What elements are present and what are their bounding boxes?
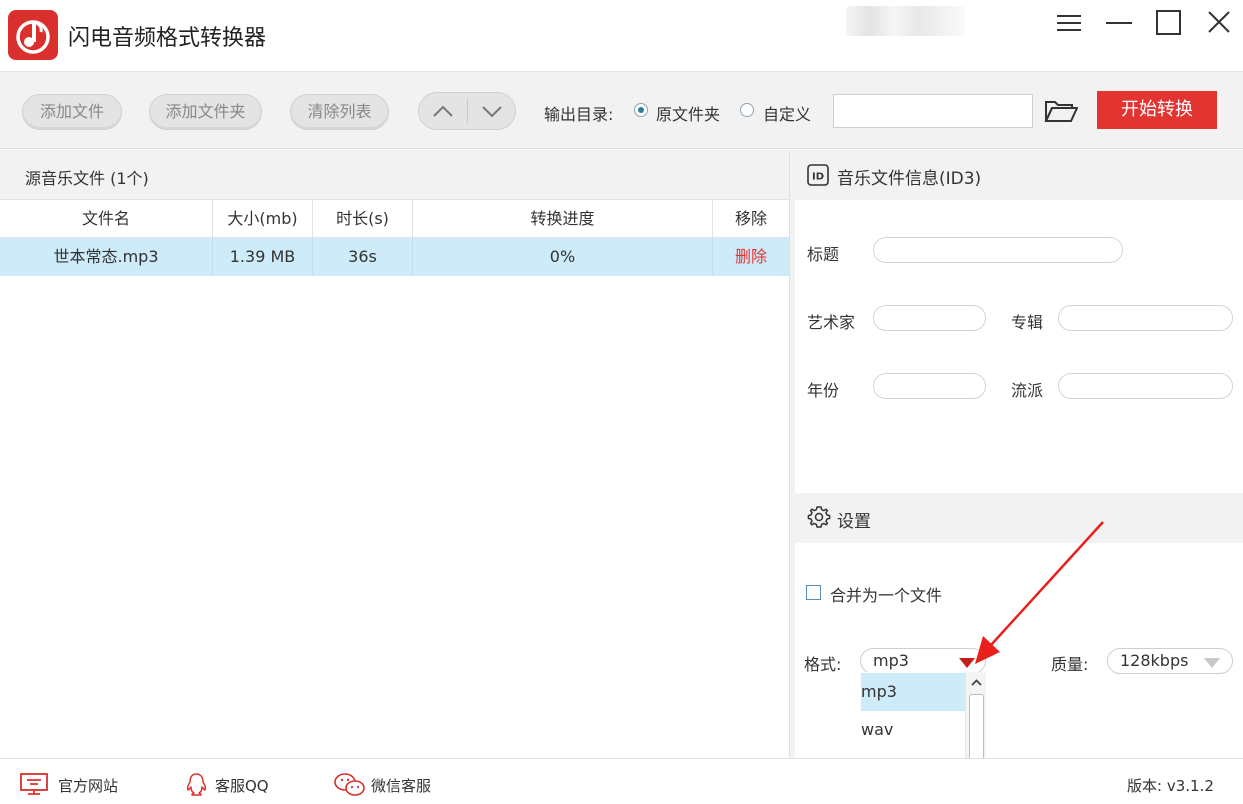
panel-divider bbox=[789, 150, 795, 758]
qq-icon bbox=[186, 773, 207, 796]
footer: 官方网站 客服QQ 微信客服 版本: v3.1.2 bbox=[0, 758, 1243, 804]
column-filename[interactable]: 文件名 bbox=[0, 200, 213, 238]
website-label: 官方网站 bbox=[58, 777, 119, 795]
toolbar: 添加文件 添加文件夹 清除列表 输出目录: 原文件夹 自定义 开始转换 bbox=[0, 72, 1243, 149]
merge-checkbox[interactable] bbox=[806, 585, 821, 600]
quality-value: 128kbps bbox=[1120, 651, 1189, 670]
file-list-title: 源音乐文件 (1个) bbox=[25, 169, 149, 188]
menu-icon[interactable] bbox=[1053, 8, 1087, 38]
scroll-up-icon[interactable] bbox=[966, 674, 987, 692]
format-option-wav[interactable]: wav bbox=[861, 711, 965, 749]
gear-icon bbox=[807, 506, 831, 528]
clear-list-button[interactable]: 清除列表 bbox=[290, 94, 389, 130]
chevron-up-icon bbox=[433, 105, 453, 117]
file-list-header: 源音乐文件 (1个) bbox=[0, 150, 789, 200]
start-convert-button[interactable]: 开始转换 bbox=[1097, 91, 1217, 129]
wechat-label: 微信客服 bbox=[371, 777, 432, 795]
column-progress[interactable]: 转换进度 bbox=[413, 200, 713, 238]
album-label: 专辑 bbox=[1011, 313, 1044, 332]
blurred-banner bbox=[846, 6, 966, 36]
qq-link[interactable]: 客服QQ bbox=[185, 773, 285, 796]
version-text: 版本: v3.1.2 bbox=[1127, 777, 1214, 795]
genre-input[interactable] bbox=[1058, 373, 1233, 399]
year-input[interactable] bbox=[873, 373, 986, 399]
row-filename: 世本常态.mp3 bbox=[0, 238, 213, 276]
chevron-down-icon bbox=[482, 106, 502, 118]
radio-custom-folder[interactable] bbox=[740, 103, 754, 117]
minimize-icon[interactable] bbox=[1103, 8, 1137, 38]
monitor-icon bbox=[20, 773, 48, 795]
genre-label: 流派 bbox=[1011, 381, 1044, 400]
title-label: 标题 bbox=[807, 245, 840, 264]
column-remove[interactable]: 移除 bbox=[713, 200, 789, 238]
delete-link[interactable]: 删除 bbox=[713, 238, 789, 276]
maximize-icon[interactable] bbox=[1152, 8, 1186, 38]
row-duration: 36s bbox=[313, 238, 413, 276]
format-value: mp3 bbox=[873, 651, 909, 670]
app-logo-icon bbox=[8, 10, 58, 60]
artist-label: 艺术家 bbox=[807, 313, 856, 332]
app-title: 闪电音频格式转换器 bbox=[68, 26, 267, 51]
album-input[interactable] bbox=[1058, 305, 1233, 331]
radio-custom-label: 自定义 bbox=[763, 105, 812, 124]
dropdown-arrow-icon bbox=[1204, 658, 1220, 668]
quality-select[interactable]: 128kbps bbox=[1107, 648, 1233, 674]
row-size: 1.39 MB bbox=[213, 238, 313, 276]
settings-title: 设置 bbox=[837, 512, 871, 532]
output-path-input[interactable] bbox=[833, 94, 1033, 128]
title-bar: 闪电音频格式转换器 bbox=[0, 0, 1243, 72]
artist-input[interactable] bbox=[873, 305, 986, 331]
column-size[interactable]: 大小(mb) bbox=[213, 200, 313, 238]
id3-header: ID 音乐文件信息(ID3) bbox=[795, 150, 1243, 200]
move-down-button[interactable] bbox=[468, 93, 516, 129]
format-label: 格式: bbox=[804, 655, 842, 674]
column-duration[interactable]: 时长(s) bbox=[313, 200, 413, 238]
output-dir-label: 输出目录: bbox=[544, 105, 614, 124]
dropdown-arrow-icon bbox=[959, 658, 975, 668]
svg-text:ID: ID bbox=[812, 172, 824, 183]
move-arrows bbox=[418, 92, 516, 130]
settings-header: 设置 bbox=[795, 493, 1243, 543]
id3-title: 音乐文件信息(ID3) bbox=[837, 169, 982, 189]
radio-original-folder[interactable] bbox=[634, 103, 648, 117]
id-icon: ID bbox=[807, 164, 829, 186]
qq-label: 客服QQ bbox=[215, 777, 269, 795]
row-progress: 0% bbox=[413, 238, 713, 276]
move-up-button[interactable] bbox=[419, 93, 467, 129]
add-file-button[interactable]: 添加文件 bbox=[22, 94, 122, 130]
title-input[interactable] bbox=[873, 237, 1123, 263]
format-option-mp3[interactable]: mp3 bbox=[861, 673, 965, 711]
wechat-icon bbox=[334, 773, 365, 796]
quality-label: 质量: bbox=[1051, 655, 1089, 674]
radio-original-label: 原文件夹 bbox=[656, 105, 721, 124]
merge-label: 合并为一个文件 bbox=[830, 586, 943, 605]
format-select[interactable]: mp3 bbox=[860, 648, 986, 674]
year-label: 年份 bbox=[807, 381, 840, 400]
website-link[interactable]: 官方网站 bbox=[20, 773, 130, 795]
open-folder-icon[interactable] bbox=[1044, 99, 1079, 123]
wechat-link[interactable]: 微信客服 bbox=[334, 773, 444, 796]
close-icon[interactable] bbox=[1203, 8, 1237, 38]
add-folder-button[interactable]: 添加文件夹 bbox=[149, 94, 262, 130]
